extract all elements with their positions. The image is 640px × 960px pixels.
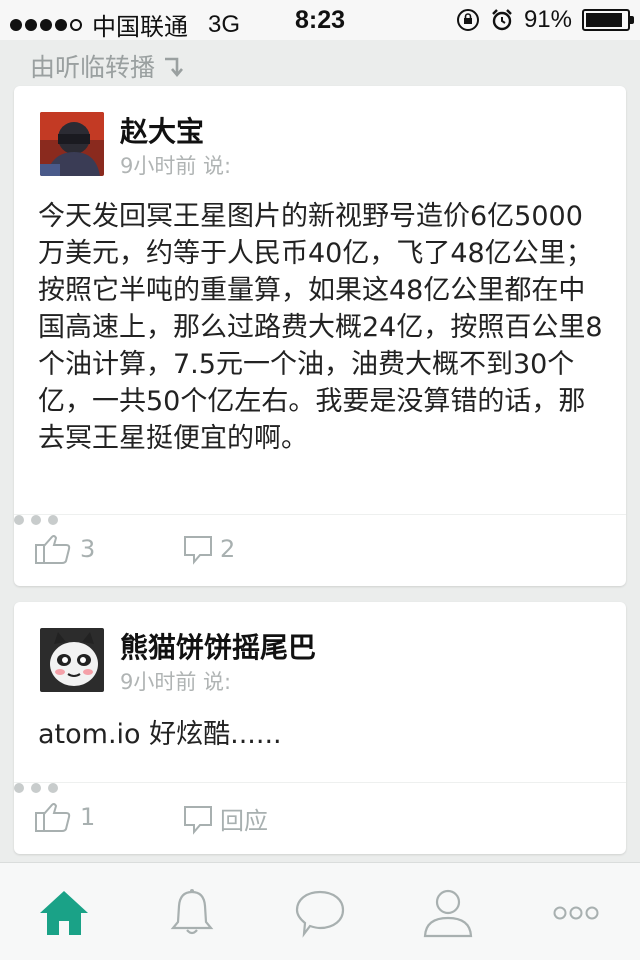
battery-percent: 91%: [523, 6, 572, 33]
more-options-icon[interactable]: [14, 515, 626, 525]
comment-button[interactable]: 回应: [182, 801, 268, 836]
post-actions: 1 回应: [14, 782, 626, 854]
tab-profile[interactable]: [420, 885, 476, 941]
status-right: 91%: [456, 6, 634, 34]
comment-bubble-icon: [184, 805, 212, 835]
status-bar: 中国联通 3G 8:23 91%: [0, 0, 640, 41]
comment-reply-label: 回应: [220, 807, 268, 835]
more-options-icon[interactable]: [14, 783, 626, 793]
chat-icon: [295, 890, 345, 938]
tab-notifications[interactable]: [164, 885, 220, 941]
bell-icon: [170, 889, 214, 935]
post-card[interactable]: 熊猫饼饼摇尾巴 9小时前 说: atom.io 好炫酷...... 1 回应: [14, 602, 626, 854]
battery-level-fill: [586, 13, 623, 27]
arrow-down-right-icon: [165, 57, 184, 78]
comment-button[interactable]: 2: [182, 533, 235, 565]
home-icon: [40, 891, 88, 935]
tab-messages[interactable]: [292, 885, 348, 941]
post-content: 今天发回冥王星图片的新视野号造价6亿5000万美元，约等于人民币40亿，飞了48…: [38, 201, 603, 454]
like-button[interactable]: 1: [34, 801, 95, 833]
thumbs-up-icon: [35, 535, 71, 564]
post-card[interactable]: 赵大宝 9小时前 说: 今天发回冥王星图片的新视野号造价6亿5000万美元，约等…: [14, 86, 626, 586]
avatar-image: [40, 628, 104, 692]
repost-header[interactable]: 由听临转播: [30, 48, 187, 84]
avatar[interactable]: [40, 628, 104, 692]
author-name[interactable]: 熊猫饼饼摇尾巴: [120, 626, 316, 666]
like-count: 3: [80, 535, 96, 563]
comment-bubble-icon: [184, 536, 212, 565]
repost-header-label: 由听临转播: [30, 53, 156, 82]
post-timestamp: 9小时前 说:: [120, 670, 232, 694]
bottom-tab-bar: [0, 862, 640, 960]
battery-icon: [582, 9, 634, 31]
author-name[interactable]: 赵大宝: [120, 110, 204, 150]
tab-more[interactable]: [548, 885, 604, 941]
thumbs-up-icon: [35, 803, 71, 832]
post-content: atom.io 好炫酷......: [38, 719, 282, 750]
like-button[interactable]: 3: [34, 533, 95, 565]
alarm-clock-icon: [492, 9, 512, 31]
post-timestamp: 9小时前 说:: [120, 154, 232, 178]
avatar[interactable]: [40, 112, 104, 176]
rotation-lock-icon: [456, 9, 479, 31]
like-count: 1: [80, 803, 96, 831]
post-actions: 3 2: [14, 514, 626, 586]
more-icon: [553, 906, 599, 920]
avatar-image: [40, 112, 104, 176]
comment-count: 2: [220, 535, 236, 563]
person-icon: [423, 889, 473, 938]
tab-home[interactable]: [36, 885, 92, 941]
